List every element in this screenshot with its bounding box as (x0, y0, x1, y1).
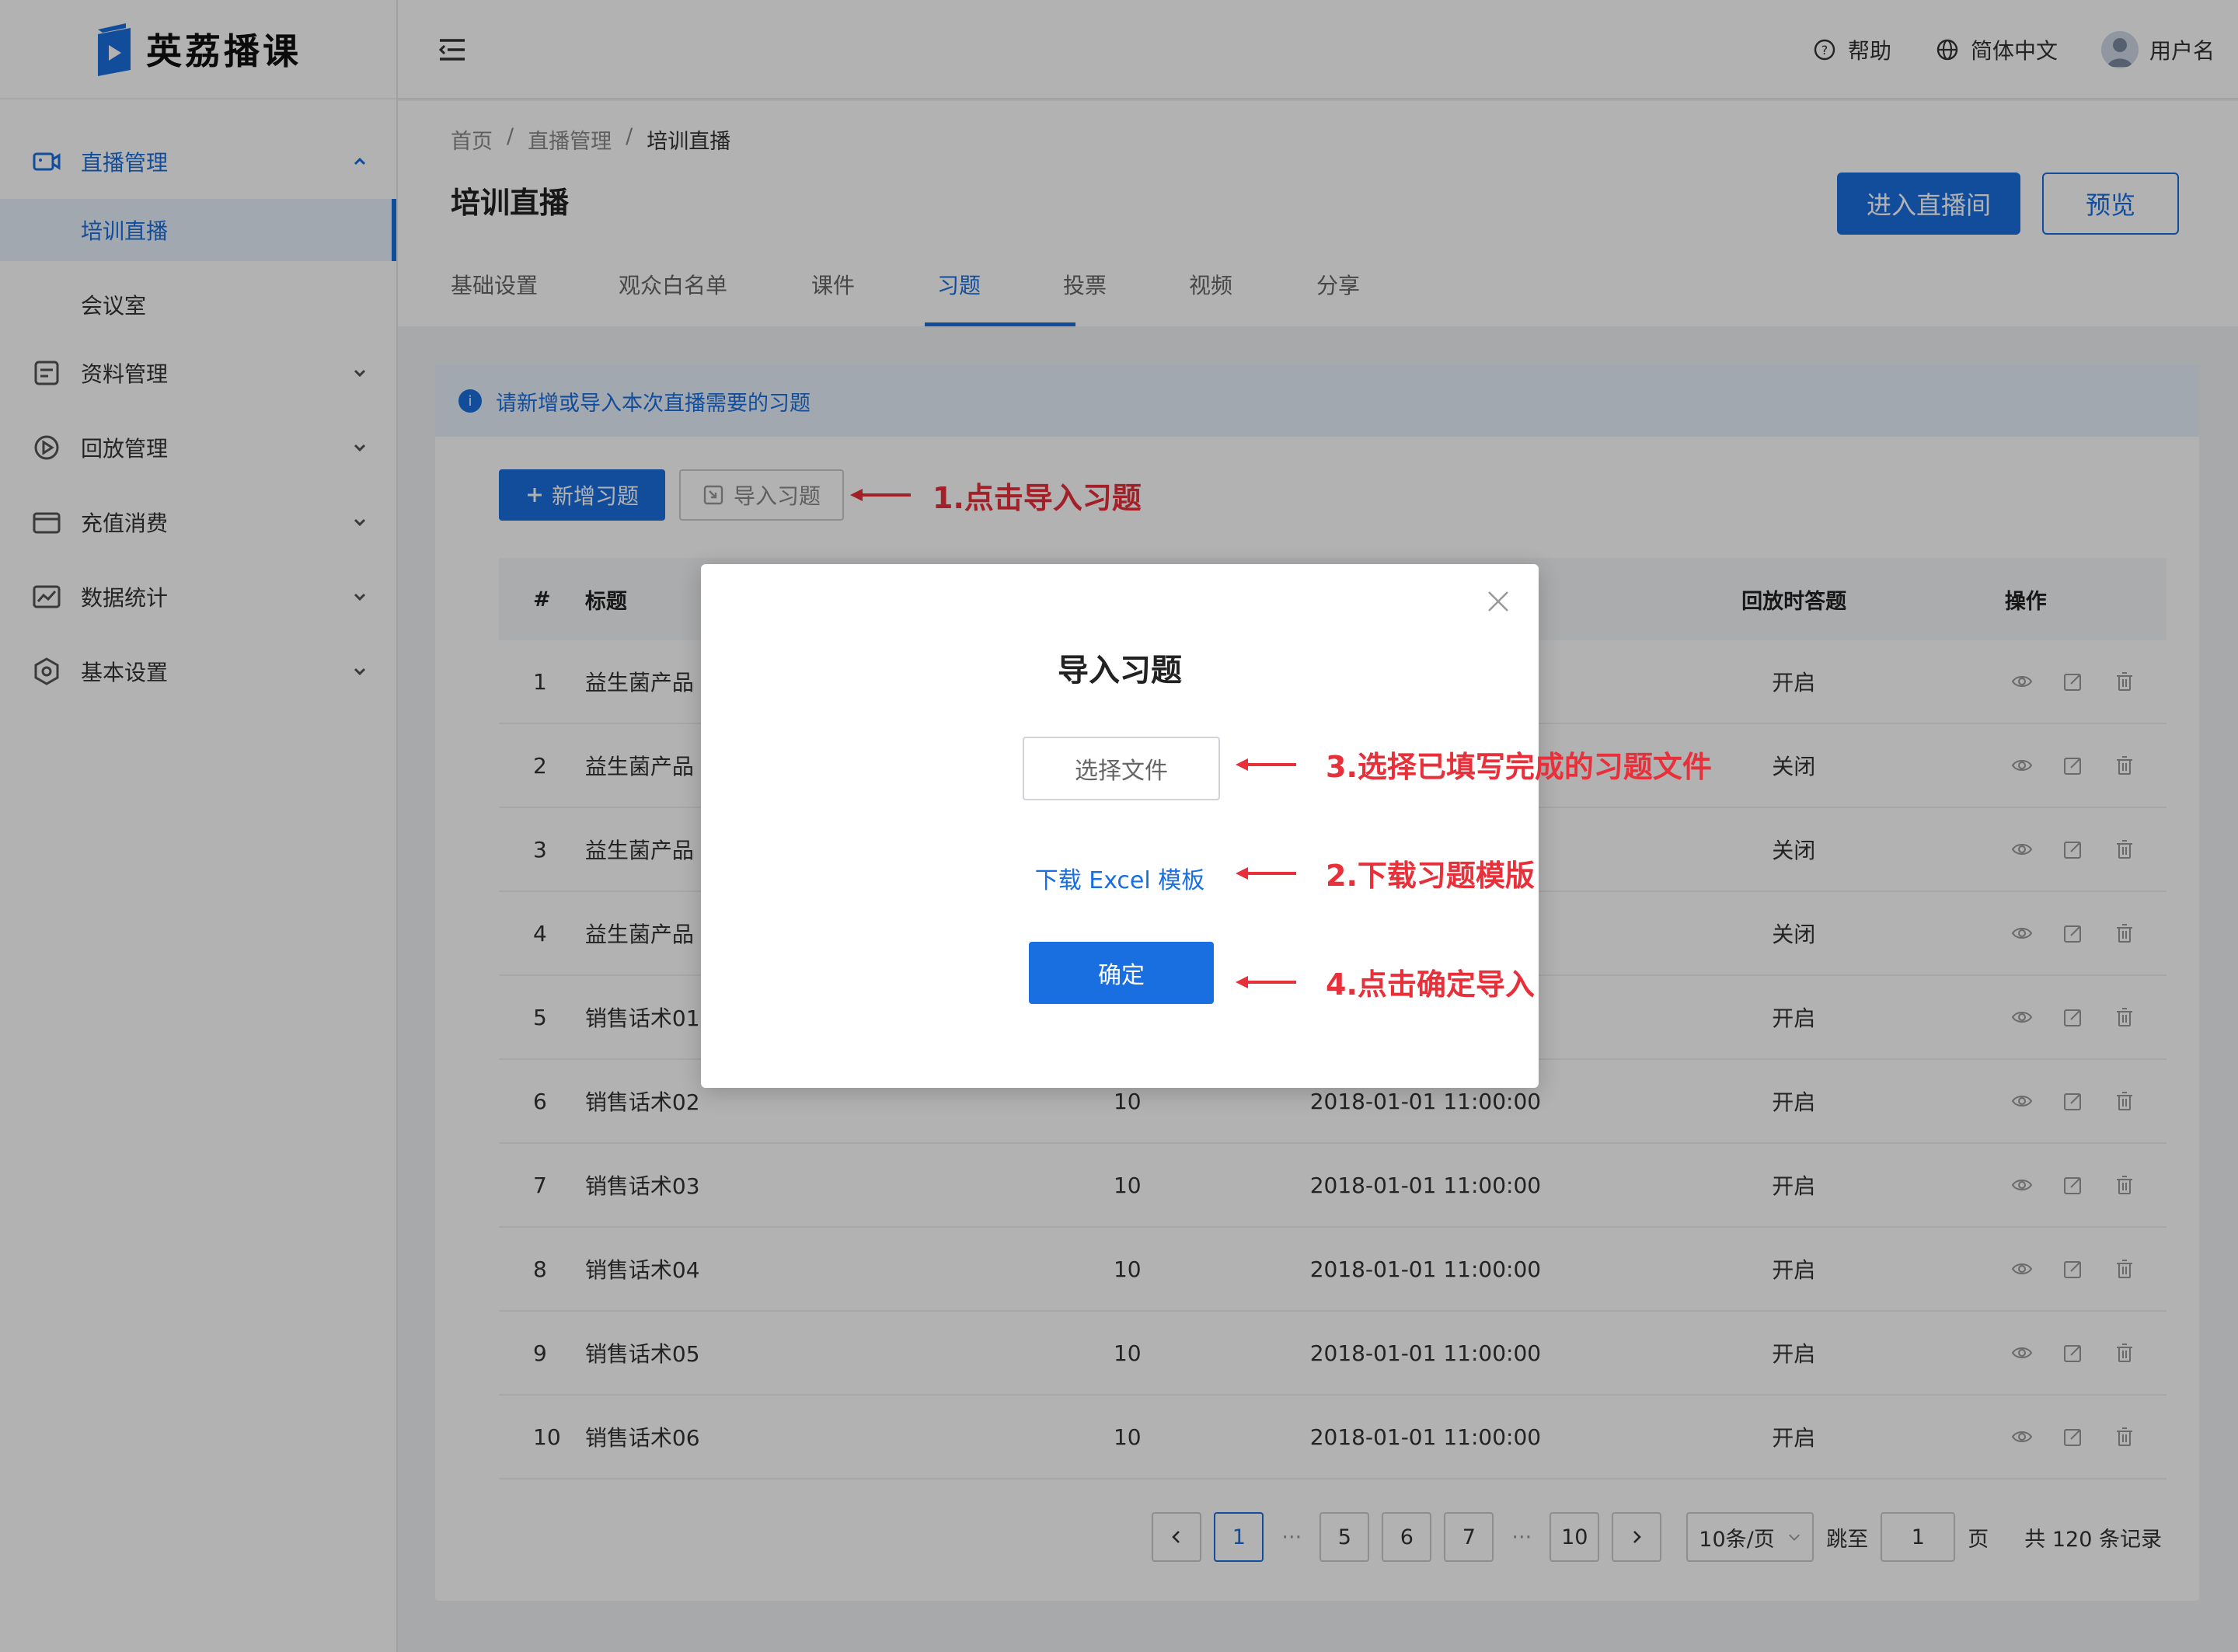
confirm-button[interactable]: 确定 (1029, 942, 1214, 1004)
annotation-step3: 3.选择已填写完成的习题文件 (1326, 750, 1712, 784)
annotation-arrow-2 (1236, 867, 1296, 880)
import-exercise-dialog: 导入习题 选择文件 下载 Excel 模板 确定 (701, 564, 1539, 1088)
annotation-step4: 4.点击确定导入 (1326, 967, 1535, 1002)
annotation-arrow-3 (1236, 758, 1296, 771)
choose-file-button[interactable]: 选择文件 (1023, 737, 1220, 800)
annotation-arrow-4 (1236, 976, 1296, 988)
download-template-label: 下载 Excel 模板 (1034, 867, 1205, 894)
dialog-title: 导入习题 (1058, 653, 1182, 688)
close-icon[interactable] (1484, 587, 1512, 615)
annotation-step2: 2.下载习题模版 (1326, 859, 1535, 893)
